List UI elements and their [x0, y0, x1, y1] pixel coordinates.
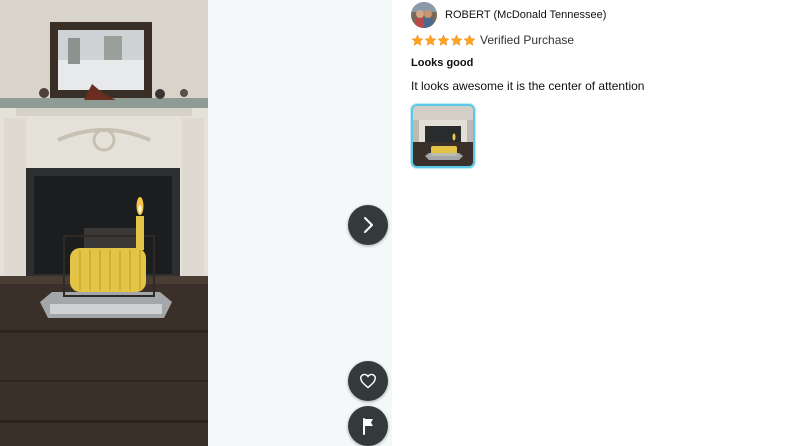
- helpful-button[interactable]: [348, 361, 388, 401]
- verified-purchase-badge: Verified Purchase: [480, 33, 575, 47]
- main-review-photo: [0, 0, 208, 446]
- star-icon: [411, 34, 424, 46]
- report-button[interactable]: [348, 406, 388, 446]
- heart-icon: [359, 373, 376, 389]
- avatar: [411, 2, 437, 28]
- chevron-right-icon: [364, 217, 373, 233]
- review-title: Looks good: [411, 57, 474, 69]
- star-icon: [463, 34, 476, 46]
- reviewer-profile[interactable]: ROBERT (McDonald Tennessee): [411, 2, 606, 28]
- next-image-button[interactable]: [348, 205, 388, 245]
- flag-icon: [363, 418, 373, 435]
- star-rating: [411, 34, 476, 47]
- review-body: It looks awesome it is the center of att…: [411, 79, 645, 93]
- review-image-thumbnail[interactable]: [411, 104, 475, 168]
- star-icon: [424, 34, 437, 46]
- image-gallery: [0, 0, 392, 446]
- star-icon: [437, 34, 450, 46]
- reviewer-name: ROBERT (McDonald Tennessee): [445, 9, 607, 21]
- rating-row: Verified Purchase: [411, 33, 574, 47]
- star-icon: [450, 34, 463, 46]
